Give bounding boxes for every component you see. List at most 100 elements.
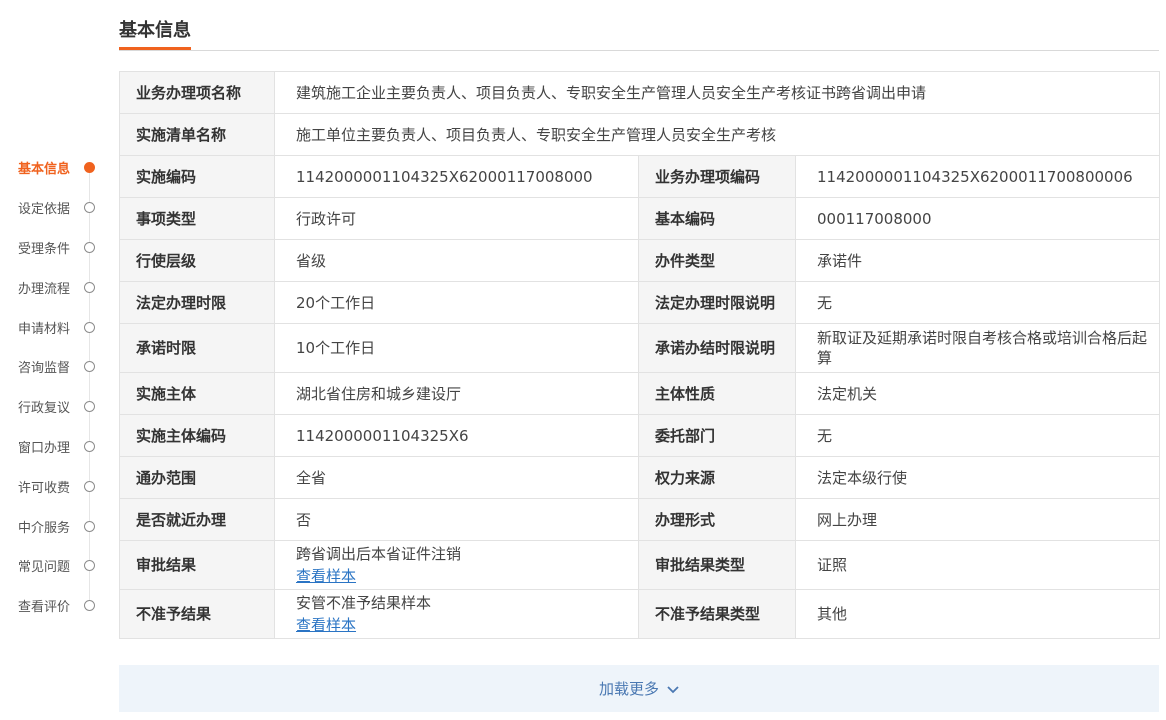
field-label: 不准予结果 (119, 589, 275, 639)
nav-item-faq[interactable]: 常见问题 (0, 546, 110, 586)
table-row: 业务办理项名称 建筑施工企业主要负责人、项目负责人、专职安全生产管理人员安全生产… (119, 71, 1161, 114)
nav-item-basic-info[interactable]: 基本信息 (0, 148, 110, 188)
nav-item-basis[interactable]: 设定依据 (0, 188, 110, 228)
nav-item-materials[interactable]: 申请材料 (0, 307, 110, 347)
chevron-down-icon (667, 680, 679, 698)
nav-item-label: 常见问题 (18, 560, 71, 576)
nav-item-consult[interactable]: 咨询监督 (0, 347, 110, 387)
nav-dot-icon (84, 241, 95, 253)
nav-item-label: 行政复议 (18, 401, 71, 417)
field-label: 法定办理时限 (119, 281, 275, 324)
field-value: 1142000001104325X6 (274, 414, 639, 457)
field-label: 法定办理时限说明 (638, 281, 796, 324)
table-row: 不准予结果 安管不准予结果样本 查看样本 不准予结果类型 其他 (119, 589, 1161, 639)
field-value-with-link: 安管不准予结果样本 查看样本 (274, 589, 639, 639)
table-row: 通办范围 全省 权力来源 法定本级行使 (119, 456, 1161, 499)
field-value-with-link: 跨省调出后本省证件注销 查看样本 (274, 540, 639, 590)
nav-dot-icon (84, 321, 95, 333)
table-row: 实施清单名称 施工单位主要负责人、项目负责人、专职安全生产管理人员安全生产考核 (119, 113, 1161, 156)
nav-item-label: 基本信息 (18, 162, 71, 178)
field-value: 安管不准予结果样本 (296, 594, 432, 612)
table-row: 是否就近办理 否 办理形式 网上办理 (119, 498, 1161, 541)
nav-item-review[interactable]: 行政复议 (0, 387, 110, 427)
nav-item-fees[interactable]: 许可收费 (0, 466, 110, 506)
field-value: 行政许可 (274, 197, 639, 240)
field-label: 委托部门 (638, 414, 796, 457)
field-label: 审批结果类型 (638, 540, 796, 590)
field-label: 业务办理项名称 (119, 71, 275, 114)
field-value: 无 (794, 281, 1161, 324)
field-label: 业务办理项编码 (638, 155, 796, 198)
nav-dot-icon (84, 440, 95, 452)
nav-dot-icon (84, 560, 95, 572)
field-value: 建筑施工企业主要负责人、项目负责人、专职安全生产管理人员安全生产考核证书跨省调出… (273, 71, 1161, 114)
section-header: 基本信息 (119, 18, 1159, 51)
nav-item-label: 办理流程 (18, 281, 71, 297)
nav-item-rating[interactable]: 查看评价 (0, 586, 110, 626)
nav-item-label: 查看评价 (18, 600, 71, 616)
nav-item-label: 设定依据 (18, 202, 71, 218)
field-value: 全省 (274, 456, 639, 499)
nav-item-label: 申请材料 (18, 321, 71, 337)
table-row: 法定办理时限 20个工作日 法定办理时限说明 无 (119, 281, 1161, 324)
view-sample-link[interactable]: 查看样本 (296, 565, 638, 587)
nav-item-label: 许可收费 (18, 480, 71, 496)
field-value: 承诺件 (794, 239, 1161, 282)
section-title: 基本信息 (119, 20, 191, 50)
field-label: 实施主体 (119, 372, 275, 415)
field-value: 无 (794, 414, 1161, 457)
field-value: 施工单位主要负责人、项目负责人、专职安全生产管理人员安全生产考核 (273, 113, 1161, 156)
field-value: 跨省调出后本省证件注销 (296, 545, 462, 563)
table-row: 事项类型 行政许可 基本编码 000117008000 (119, 197, 1161, 240)
field-value: 000117008000 (794, 197, 1161, 240)
field-label: 事项类型 (119, 197, 275, 240)
field-label: 通办范围 (119, 456, 275, 499)
nav-item-window[interactable]: 窗口办理 (0, 427, 110, 467)
nav-dot-icon (84, 600, 95, 612)
table-row: 行使层级 省级 办件类型 承诺件 (119, 239, 1161, 282)
field-label: 是否就近办理 (119, 498, 275, 541)
field-value: 20个工作日 (274, 281, 639, 324)
field-value: 湖北省住房和城乡建设厅 (274, 372, 639, 415)
table-row: 审批结果 跨省调出后本省证件注销 查看样本 审批结果类型 证照 (119, 540, 1161, 590)
side-anchor-nav: 基本信息 设定依据 受理条件 办理流程 申请材料 咨询监督 行政复议 窗口办理 … (0, 148, 110, 626)
nav-item-process[interactable]: 办理流程 (0, 267, 110, 307)
nav-dot-icon (84, 281, 95, 293)
field-label: 办件类型 (638, 239, 796, 282)
nav-dot-icon (84, 202, 95, 214)
nav-item-conditions[interactable]: 受理条件 (0, 228, 110, 268)
view-sample-link[interactable]: 查看样本 (296, 614, 638, 636)
basic-info-table: 业务办理项名称 建筑施工企业主要负责人、项目负责人、专职安全生产管理人员安全生产… (119, 71, 1161, 639)
field-label: 办理形式 (638, 498, 796, 541)
field-label: 实施主体编码 (119, 414, 275, 457)
table-row: 实施编码 1142000001104325X62000117008000 业务办… (119, 155, 1161, 198)
load-more-button[interactable]: 加载更多 (119, 665, 1159, 712)
field-value: 网上办理 (794, 498, 1161, 541)
nav-dot-icon (84, 401, 95, 413)
nav-dot-icon (84, 520, 95, 532)
nav-dot-icon (84, 162, 95, 174)
field-label: 权力来源 (638, 456, 796, 499)
field-value: 1142000001104325X62000117008000 (274, 155, 639, 198)
field-label: 审批结果 (119, 540, 275, 590)
nav-item-agency[interactable]: 中介服务 (0, 506, 110, 546)
nav-dot-icon (84, 361, 95, 373)
load-more-label: 加载更多 (598, 680, 659, 698)
nav-item-label: 咨询监督 (18, 361, 71, 377)
field-value: 1142000001104325X6200011700800006 (794, 155, 1161, 198)
field-value: 新取证及延期承诺时限自考核合格或培训合格后起算 (794, 323, 1161, 373)
table-row: 实施主体编码 1142000001104325X6 委托部门 无 (119, 414, 1161, 457)
field-label: 承诺时限 (119, 323, 275, 373)
field-label: 基本编码 (638, 197, 796, 240)
field-value: 10个工作日 (274, 323, 639, 373)
field-label: 实施清单名称 (119, 113, 275, 156)
field-label: 行使层级 (119, 239, 275, 282)
nav-item-label: 窗口办理 (18, 440, 71, 456)
table-row: 承诺时限 10个工作日 承诺办结时限说明 新取证及延期承诺时限自考核合格或培训合… (119, 323, 1161, 373)
field-label: 主体性质 (638, 372, 796, 415)
field-value: 否 (274, 498, 639, 541)
field-value: 省级 (274, 239, 639, 282)
field-label: 实施编码 (119, 155, 275, 198)
nav-item-label: 受理条件 (18, 241, 71, 257)
field-label: 承诺办结时限说明 (638, 323, 796, 373)
